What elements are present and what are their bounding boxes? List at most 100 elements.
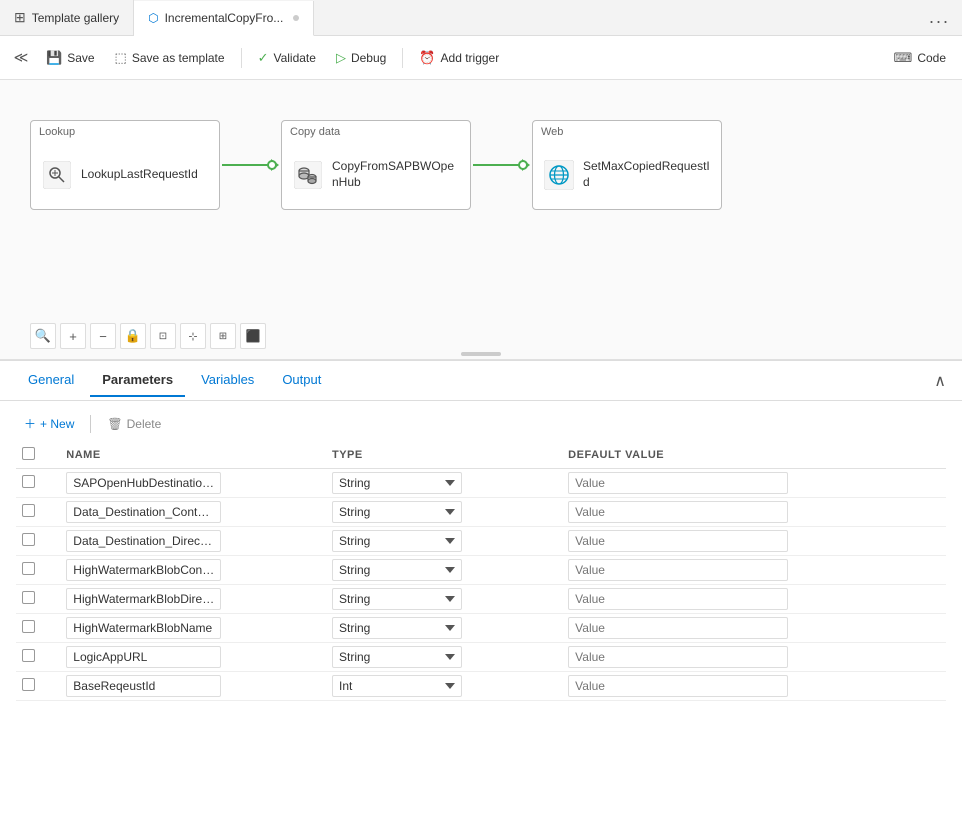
type-select-7[interactable]: String Int Bool Array Object — [332, 675, 462, 697]
row-type-2: String Int Bool Array Object — [326, 527, 562, 556]
value-input-1[interactable] — [568, 501, 788, 523]
save-as-template-button[interactable]: ⬚ Save as template — [107, 45, 233, 71]
expand-sidebar-button[interactable]: ≪ — [8, 45, 34, 71]
lock-button[interactable]: 🔒 — [120, 323, 146, 349]
row-checkbox-0[interactable] — [22, 475, 35, 488]
row-type-5: String Int Bool Array Object — [326, 614, 562, 643]
name-input-7[interactable] — [66, 675, 221, 697]
tab-general[interactable]: General — [16, 364, 86, 397]
copy-data-node[interactable]: Copy data CopyFromSAPBWOpenHub — [281, 120, 471, 210]
row-name-3 — [60, 556, 326, 585]
type-select-2[interactable]: String Int Bool Array Object — [332, 530, 462, 552]
name-input-3[interactable] — [66, 559, 221, 581]
table-row: String Int Bool Array Object — [16, 585, 946, 614]
lookup-node-label: LookupLastRequestId — [81, 167, 198, 183]
row-type-7: String Int Bool Array Object — [326, 672, 562, 701]
panel-tab-bar: General Parameters Variables Output ∧ — [0, 361, 962, 401]
select-all-checkbox[interactable] — [22, 447, 35, 460]
parameters-content: ＋ + New 🗑 Delete NAME TYPE — [0, 401, 962, 824]
name-input-2[interactable] — [66, 530, 221, 552]
row-value-3 — [562, 556, 946, 585]
row-value-2 — [562, 527, 946, 556]
more-tabs-button[interactable]: ... — [917, 7, 962, 28]
delete-parameter-button[interactable]: 🗑 Delete — [99, 413, 169, 435]
type-select-0[interactable]: String Int Bool Array Object — [332, 472, 462, 494]
tab-output[interactable]: Output — [270, 364, 333, 397]
plus-icon: ＋ — [24, 415, 36, 432]
row-check-5 — [16, 614, 60, 643]
row-check-1 — [16, 498, 60, 527]
debug-button[interactable]: ▷ Debug — [328, 45, 394, 71]
type-select-5[interactable]: String Int Bool Array Object — [332, 617, 462, 639]
row-value-6 — [562, 643, 946, 672]
row-name-1 — [60, 498, 326, 527]
row-checkbox-6[interactable] — [22, 649, 35, 662]
row-type-0: String Int Bool Array Object — [326, 469, 562, 498]
row-checkbox-5[interactable] — [22, 620, 35, 633]
tab-variables[interactable]: Variables — [189, 364, 266, 397]
debug-icon: ▷ — [336, 50, 346, 66]
row-checkbox-1[interactable] — [22, 504, 35, 517]
row-name-0 — [60, 469, 326, 498]
type-select-3[interactable]: String Int Bool Array Object — [332, 559, 462, 581]
name-input-1[interactable] — [66, 501, 221, 523]
new-parameter-button[interactable]: ＋ + New — [16, 411, 82, 436]
collapse-panel-button[interactable]: ∧ — [934, 371, 946, 391]
code-button[interactable]: ⌨ Code — [886, 45, 954, 71]
value-input-2[interactable] — [568, 530, 788, 552]
add-trigger-button[interactable]: ⏰ Add trigger — [411, 45, 507, 71]
tab-template-gallery[interactable]: ⊞ Template gallery — [0, 0, 134, 35]
row-checkbox-4[interactable] — [22, 591, 35, 604]
col-type-header: TYPE — [326, 442, 562, 469]
row-checkbox-3[interactable] — [22, 562, 35, 575]
title-bar: ⊞ Template gallery ⬡ IncrementalCopyFro.… — [0, 0, 962, 36]
zoom-out-button[interactable]: − — [90, 323, 116, 349]
chevron-left-icon: ≪ — [14, 49, 29, 66]
name-input-5[interactable] — [66, 617, 221, 639]
row-check-0 — [16, 469, 60, 498]
table-row: String Int Bool Array Object — [16, 498, 946, 527]
row-type-3: String Int Bool Array Object — [326, 556, 562, 585]
layout-button[interactable]: ⊞ — [210, 323, 236, 349]
tab-pipeline[interactable]: ⬡ IncrementalCopyFro... — [134, 1, 314, 36]
row-value-1 — [562, 498, 946, 527]
save-button[interactable]: 💾 Save — [38, 45, 103, 71]
web-node-type: Web — [533, 121, 721, 140]
lookup-icon — [41, 159, 73, 191]
value-input-0[interactable] — [568, 472, 788, 494]
row-checkbox-7[interactable] — [22, 678, 35, 691]
type-select-6[interactable]: String Int Bool Array Object — [332, 646, 462, 668]
value-input-6[interactable] — [568, 646, 788, 668]
col-check — [16, 442, 60, 469]
row-check-6 — [16, 643, 60, 672]
trigger-icon: ⏰ — [419, 50, 435, 66]
arrow-2 — [471, 159, 532, 171]
search-canvas-button[interactable]: 🔍 — [30, 323, 56, 349]
trash-icon: 🗑 — [107, 417, 122, 431]
more-canvas-button[interactable]: ⬛ — [240, 323, 266, 349]
value-input-4[interactable] — [568, 588, 788, 610]
value-input-5[interactable] — [568, 617, 788, 639]
name-input-6[interactable] — [66, 646, 221, 668]
value-input-7[interactable] — [568, 675, 788, 697]
name-input-0[interactable] — [66, 472, 221, 494]
pipeline-canvas[interactable]: Lookup LookupLastRequestId — [0, 80, 962, 360]
name-input-4[interactable] — [66, 588, 221, 610]
row-name-5 — [60, 614, 326, 643]
row-check-2 — [16, 527, 60, 556]
toolbar-separator-2 — [402, 48, 403, 68]
select-button[interactable]: ⊹ — [180, 323, 206, 349]
validate-button[interactable]: ✓ Validate — [250, 45, 324, 71]
fit-button[interactable]: ⊡ — [150, 323, 176, 349]
type-select-4[interactable]: String Int Bool Array Object — [332, 588, 462, 610]
panel-resize-handle[interactable] — [461, 352, 501, 356]
web-node[interactable]: Web SetMaxCopiedRequestId — [532, 120, 722, 210]
value-input-3[interactable] — [568, 559, 788, 581]
type-select-1[interactable]: String Int Bool Array Object — [332, 501, 462, 523]
unsaved-dot — [293, 15, 299, 21]
tab-parameters[interactable]: Parameters — [90, 364, 185, 397]
lookup-node[interactable]: Lookup LookupLastRequestId — [30, 120, 220, 210]
template-icon: ⬚ — [115, 50, 127, 66]
zoom-in-button[interactable]: + — [60, 323, 86, 349]
row-checkbox-2[interactable] — [22, 533, 35, 546]
